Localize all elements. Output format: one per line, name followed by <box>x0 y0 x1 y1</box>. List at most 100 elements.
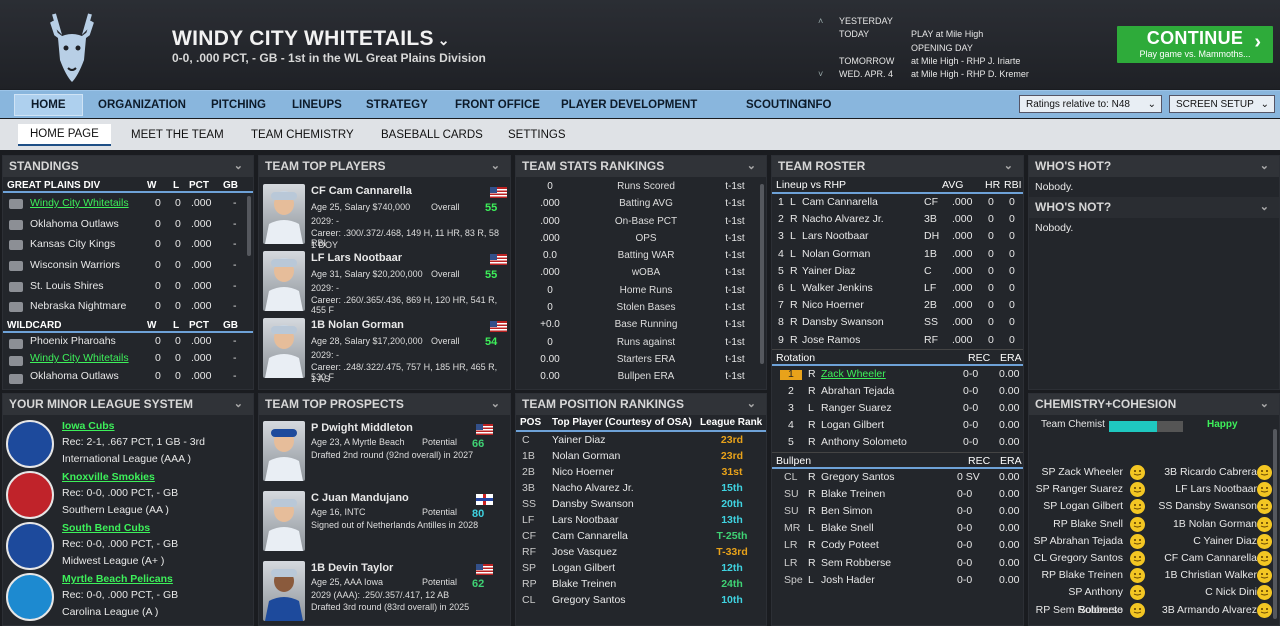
nav-info[interactable]: INFO <box>804 99 831 111</box>
bullpen-row[interactable]: MR L Blake Snell 0-0 0.00 <box>772 520 1023 537</box>
chevron-down-icon[interactable]: ⌄ <box>1004 156 1013 177</box>
rotation-row[interactable]: 1 R Zack Wheeler 0-0 0.00 <box>772 366 1023 383</box>
team-name[interactable]: Windy City Whitetails <box>30 193 129 214</box>
standings-row[interactable]: Nebraska Nightmare 0 0 .000 - <box>3 296 253 317</box>
minor-team-name[interactable]: South Bend Cubs <box>62 522 150 534</box>
chemistry-row[interactable]: RP Blake Snell 1B Nolan Gorman <box>1029 516 1279 533</box>
chemistry-row[interactable]: SP Abrahan Tejada C Yainer Diaz <box>1029 533 1279 550</box>
minor-team-name[interactable]: Knoxville Smokies <box>62 471 155 483</box>
minor-team-card[interactable]: Iowa Cubs Rec: 2-1, .667 PCT, 1 GB - 3rd I… <box>3 419 251 469</box>
prospect-card[interactable]: P Dwight Middleton Age 23, A Myrtle Beach… <box>259 418 510 484</box>
prospect-card[interactable]: 1B Devin Taylor Age 25, AAA Iowa Potential… <box>259 558 510 624</box>
standings-row[interactable]: Wisconsin Warriors 0 0 .000 - <box>3 255 253 276</box>
screen-setup-dropdown[interactable]: SCREEN SETUP ⌄ <box>1169 95 1275 113</box>
bullpen-row[interactable]: SU R Blake Treinen 0-0 0.00 <box>772 486 1023 503</box>
chevron-down-icon[interactable]: ⌄ <box>747 156 756 177</box>
position-row[interactable]: CL Gregory Santos 10th <box>516 592 766 608</box>
lineup-row[interactable]: 9 R Jose Ramos RF .000 0 0 <box>772 332 1023 349</box>
chevron-up-icon[interactable]: ˄ <box>818 15 839 28</box>
player-name[interactable]: LF Lars Nootbaar <box>311 252 402 264</box>
rotation-row[interactable]: 2 R Abrahan Tejada 0-0 0.00 <box>772 383 1023 400</box>
standings-row[interactable]: Kansas City Kings 0 0 .000 - <box>3 234 253 255</box>
nav-strategy[interactable]: STRATEGY <box>366 99 428 111</box>
position-row[interactable]: RP Blake Treinen 24th <box>516 576 766 592</box>
prospect-card[interactable]: C Juan Mandujano Age 16, INTC Potential 80 S… <box>259 488 510 554</box>
ratings-dropdown[interactable]: Ratings relative to: N48 ⌄ <box>1019 95 1162 113</box>
subnav-home-page[interactable]: HOME PAGE <box>18 124 111 146</box>
lineup-row[interactable]: 3 L Lars Nootbaar DH .000 0 0 <box>772 228 1023 245</box>
chemistry-row[interactable]: SP Zack Wheeler 3B Ricardo Cabrera <box>1029 464 1279 481</box>
chevron-down-icon[interactable]: ⌄ <box>1260 197 1269 218</box>
bullpen-row[interactable]: LR R Sem Robberse 0-0 0.00 <box>772 555 1023 572</box>
position-row[interactable]: 3B Nacho Alvarez Jr. 15th <box>516 480 766 496</box>
prospect-name[interactable]: C Juan Mandujano <box>311 492 409 504</box>
standings-row[interactable]: Windy City Whitetails 0 0 .000 - <box>3 350 253 367</box>
chevron-down-icon[interactable]: ⌄ <box>1260 156 1269 177</box>
chevron-down-icon[interactable]: ⌄ <box>234 156 243 177</box>
standings-row[interactable]: Oklahoma Outlaws 0 0 .000 - <box>3 368 253 385</box>
bullpen-row[interactable]: Spe L Josh Hader 0-0 0.00 <box>772 572 1023 589</box>
nav-organization[interactable]: ORGANIZATION <box>98 99 186 111</box>
chemistry-row[interactable]: RP Sem Robberse 3B Armando Alvarez <box>1029 602 1279 619</box>
continue-button[interactable]: CONTINUE Play game vs. Mammoths... › <box>1117 26 1273 63</box>
chevron-down-icon[interactable]: ⌄ <box>747 394 756 415</box>
position-row[interactable]: SS Dansby Swanson 20th <box>516 496 766 512</box>
bullpen-row[interactable]: SU R Ben Simon 0-0 0.00 <box>772 503 1023 520</box>
standings-row[interactable]: Windy City Whitetails 0 0 .000 - <box>3 193 253 214</box>
prospect-name[interactable]: P Dwight Middleton <box>311 422 413 434</box>
player-card[interactable]: LF Lars Nootbaar Age 31, Salary $20,200,0… <box>259 248 510 315</box>
player-card[interactable]: 1B Nolan Gorman Age 28, Salary $17,200,00… <box>259 315 510 384</box>
rotation-row[interactable]: 3 L Ranger Suarez 0-0 0.00 <box>772 400 1023 417</box>
rotation-row[interactable]: 5 R Anthony Solometo 0-0 0.00 <box>772 434 1023 451</box>
minor-team-card[interactable]: Knoxville Smokies Rec: 0-0, .000 PCT, - G… <box>3 470 251 520</box>
lineup-row[interactable]: 7 R Nico Hoerner 2B .000 0 0 <box>772 297 1023 314</box>
player-name[interactable]: CF Cam Cannarella <box>311 185 412 197</box>
minor-team-name[interactable]: Iowa Cubs <box>62 420 115 432</box>
minor-team-card[interactable]: Myrtle Beach Pelicans Rec: 0-0, .000 PCT,… <box>3 572 251 622</box>
scrollbar[interactable] <box>247 196 251 256</box>
minor-team-card[interactable]: South Bend Cubs Rec: 0-0, .000 PCT, - GB M… <box>3 521 251 571</box>
nav-pitching[interactable]: PITCHING <box>211 99 266 111</box>
chemistry-row[interactable]: CL Gregory Santos CF Cam Cannarella <box>1029 550 1279 567</box>
team-name-dropdown[interactable]: WINDY CITY WHITETAILS ⌄ <box>172 27 450 51</box>
position-row[interactable]: 2B Nico Hoerner 31st <box>516 464 766 480</box>
lineup-row[interactable]: 6 L Walker Jenkins LF .000 0 0 <box>772 280 1023 297</box>
chevron-down-icon[interactable]: ⌄ <box>1260 394 1269 415</box>
lineup-row[interactable]: 5 R Yainer Diaz C .000 0 0 <box>772 263 1023 280</box>
nav-lineups[interactable]: LINEUPS <box>292 99 342 111</box>
nav-front-office[interactable]: FRONT OFFICE <box>455 99 540 111</box>
position-row[interactable]: 1B Nolan Gorman 23rd <box>516 448 766 464</box>
chemistry-row[interactable]: SP Logan Gilbert SS Dansby Swanson <box>1029 498 1279 515</box>
rotation-name[interactable]: Zack Wheeler <box>821 366 886 383</box>
position-row[interactable]: LF Lars Nootbaar 13th <box>516 512 766 528</box>
bullpen-row[interactable]: LR R Cody Poteet 0-0 0.00 <box>772 537 1023 554</box>
subnav-meet-the-team[interactable]: MEET THE TEAM <box>131 129 224 141</box>
team-name[interactable]: Windy City Whitetails <box>30 350 129 367</box>
subnav-baseball-cards[interactable]: BASEBALL CARDS <box>381 129 483 141</box>
nav-home[interactable]: HOME <box>14 94 83 116</box>
position-row[interactable]: RF Jose Vasquez T-33rd <box>516 544 766 560</box>
position-row[interactable]: SP Logan Gilbert 12th <box>516 560 766 576</box>
position-row[interactable]: CF Cam Cannarella T-25th <box>516 528 766 544</box>
standings-row[interactable]: Phoenix Pharoahs 0 0 .000 - <box>3 333 253 350</box>
chemistry-row[interactable]: SP Ranger Suarez LF Lars Nootbaar <box>1029 481 1279 498</box>
chevron-down-icon[interactable]: ⌄ <box>234 394 243 415</box>
chevron-down-icon[interactable]: ˅ <box>818 68 839 81</box>
lineup-row[interactable]: 8 R Dansby Swanson SS .000 0 0 <box>772 314 1023 331</box>
subnav-settings[interactable]: SETTINGS <box>508 129 566 141</box>
standings-row[interactable]: Oklahoma Outlaws 0 0 .000 - <box>3 214 253 235</box>
position-row[interactable]: C Yainer Diaz 23rd <box>516 432 766 448</box>
standings-row[interactable]: St. Louis Shires 0 0 .000 - <box>3 276 253 297</box>
player-card[interactable]: CF Cam Cannarella Age 25, Salary $740,000… <box>259 181 510 250</box>
lineup-row[interactable]: 2 R Nacho Alvarez Jr. 3B .000 0 0 <box>772 211 1023 228</box>
chemistry-row[interactable]: RP Blake Treinen 1B Christian Walker <box>1029 567 1279 584</box>
player-name[interactable]: 1B Nolan Gorman <box>311 319 404 331</box>
lineup-row[interactable]: 4 L Nolan Gorman 1B .000 0 0 <box>772 246 1023 263</box>
chemistry-row[interactable]: SP Anthony Solometo C Nick Dini <box>1029 584 1279 616</box>
scrollbar[interactable] <box>760 184 764 364</box>
chevron-down-icon[interactable]: ⌄ <box>491 394 500 415</box>
scrollbar[interactable] <box>1273 429 1277 619</box>
bullpen-row[interactable]: CL R Gregory Santos 0 SV 0.00 <box>772 469 1023 486</box>
nav-scouting[interactable]: SCOUTING <box>746 99 807 111</box>
nav-player-development[interactable]: PLAYER DEVELOPMENT <box>561 99 697 111</box>
